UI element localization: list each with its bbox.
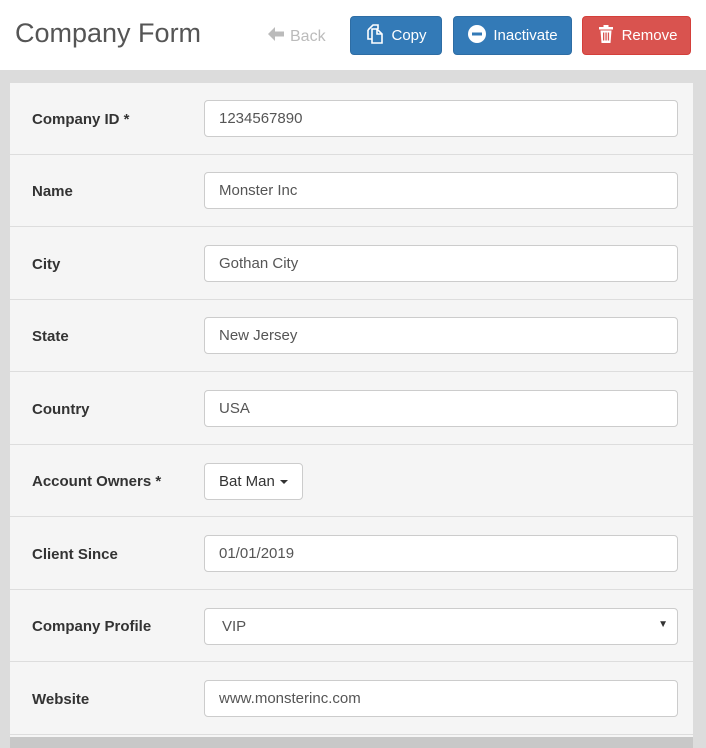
inactivate-label: Inactivate — [493, 27, 558, 44]
form-row-state: State — [10, 300, 693, 372]
form-footer-bar — [10, 737, 693, 748]
form-row-account-owners: Account Owners * Bat Man — [10, 445, 693, 517]
company-profile-label: Company Profile — [32, 617, 152, 635]
company-id-input[interactable] — [204, 100, 678, 137]
form-row-city: City — [10, 228, 693, 300]
remove-label: Remove — [621, 27, 678, 44]
form-row-country: Country — [10, 373, 693, 445]
copy-label: Copy — [391, 27, 427, 44]
name-input[interactable] — [204, 172, 678, 209]
back-button[interactable]: Back — [266, 24, 326, 49]
remove-button[interactable]: Remove — [582, 16, 691, 55]
trash-icon — [596, 24, 616, 48]
client-since-label: Client Since — [32, 545, 118, 563]
website-input[interactable] — [204, 680, 678, 717]
account-owners-label: Account Owners * — [32, 472, 162, 490]
city-label: City — [32, 255, 61, 273]
copy-button[interactable]: Copy — [350, 16, 442, 55]
form-row-company-profile: Company Profile VIP ▼ — [10, 590, 693, 662]
account-owners-value: Bat Man — [219, 473, 275, 490]
arrow-left-icon — [266, 24, 286, 49]
triangle-down-icon: ▼ — [658, 619, 668, 630]
website-label: Website — [32, 690, 90, 708]
caret-down-icon — [279, 479, 288, 484]
inactivate-button[interactable]: Inactivate — [453, 16, 572, 55]
state-input[interactable] — [204, 317, 678, 354]
copy-icon — [365, 23, 385, 48]
back-label: Back — [290, 27, 326, 45]
state-label: State — [32, 327, 69, 345]
name-label: Name — [32, 182, 73, 200]
company-profile-select[interactable]: VIP ▼ — [204, 608, 678, 645]
account-owners-dropdown[interactable]: Bat Man — [204, 463, 303, 500]
form-row-company-id: Company ID * — [10, 83, 693, 155]
country-label: Country — [32, 400, 90, 418]
page-title: Company Form — [15, 18, 202, 48]
country-input[interactable] — [204, 390, 678, 427]
minus-circle-icon — [467, 24, 487, 48]
company-profile-value: VIP — [222, 618, 247, 635]
client-since-input[interactable] — [204, 535, 678, 572]
form-row-name: Name — [10, 155, 693, 227]
form-row-client-since: Client Since — [10, 518, 693, 590]
form-row-website: Website — [10, 663, 693, 735]
company-id-label: Company ID * — [32, 110, 130, 128]
company-form: Company ID * Name City State Country Acc… — [10, 83, 693, 748]
header: Company Form Back Copy Inactivate Remove — [0, 0, 706, 70]
city-input[interactable] — [204, 245, 678, 282]
